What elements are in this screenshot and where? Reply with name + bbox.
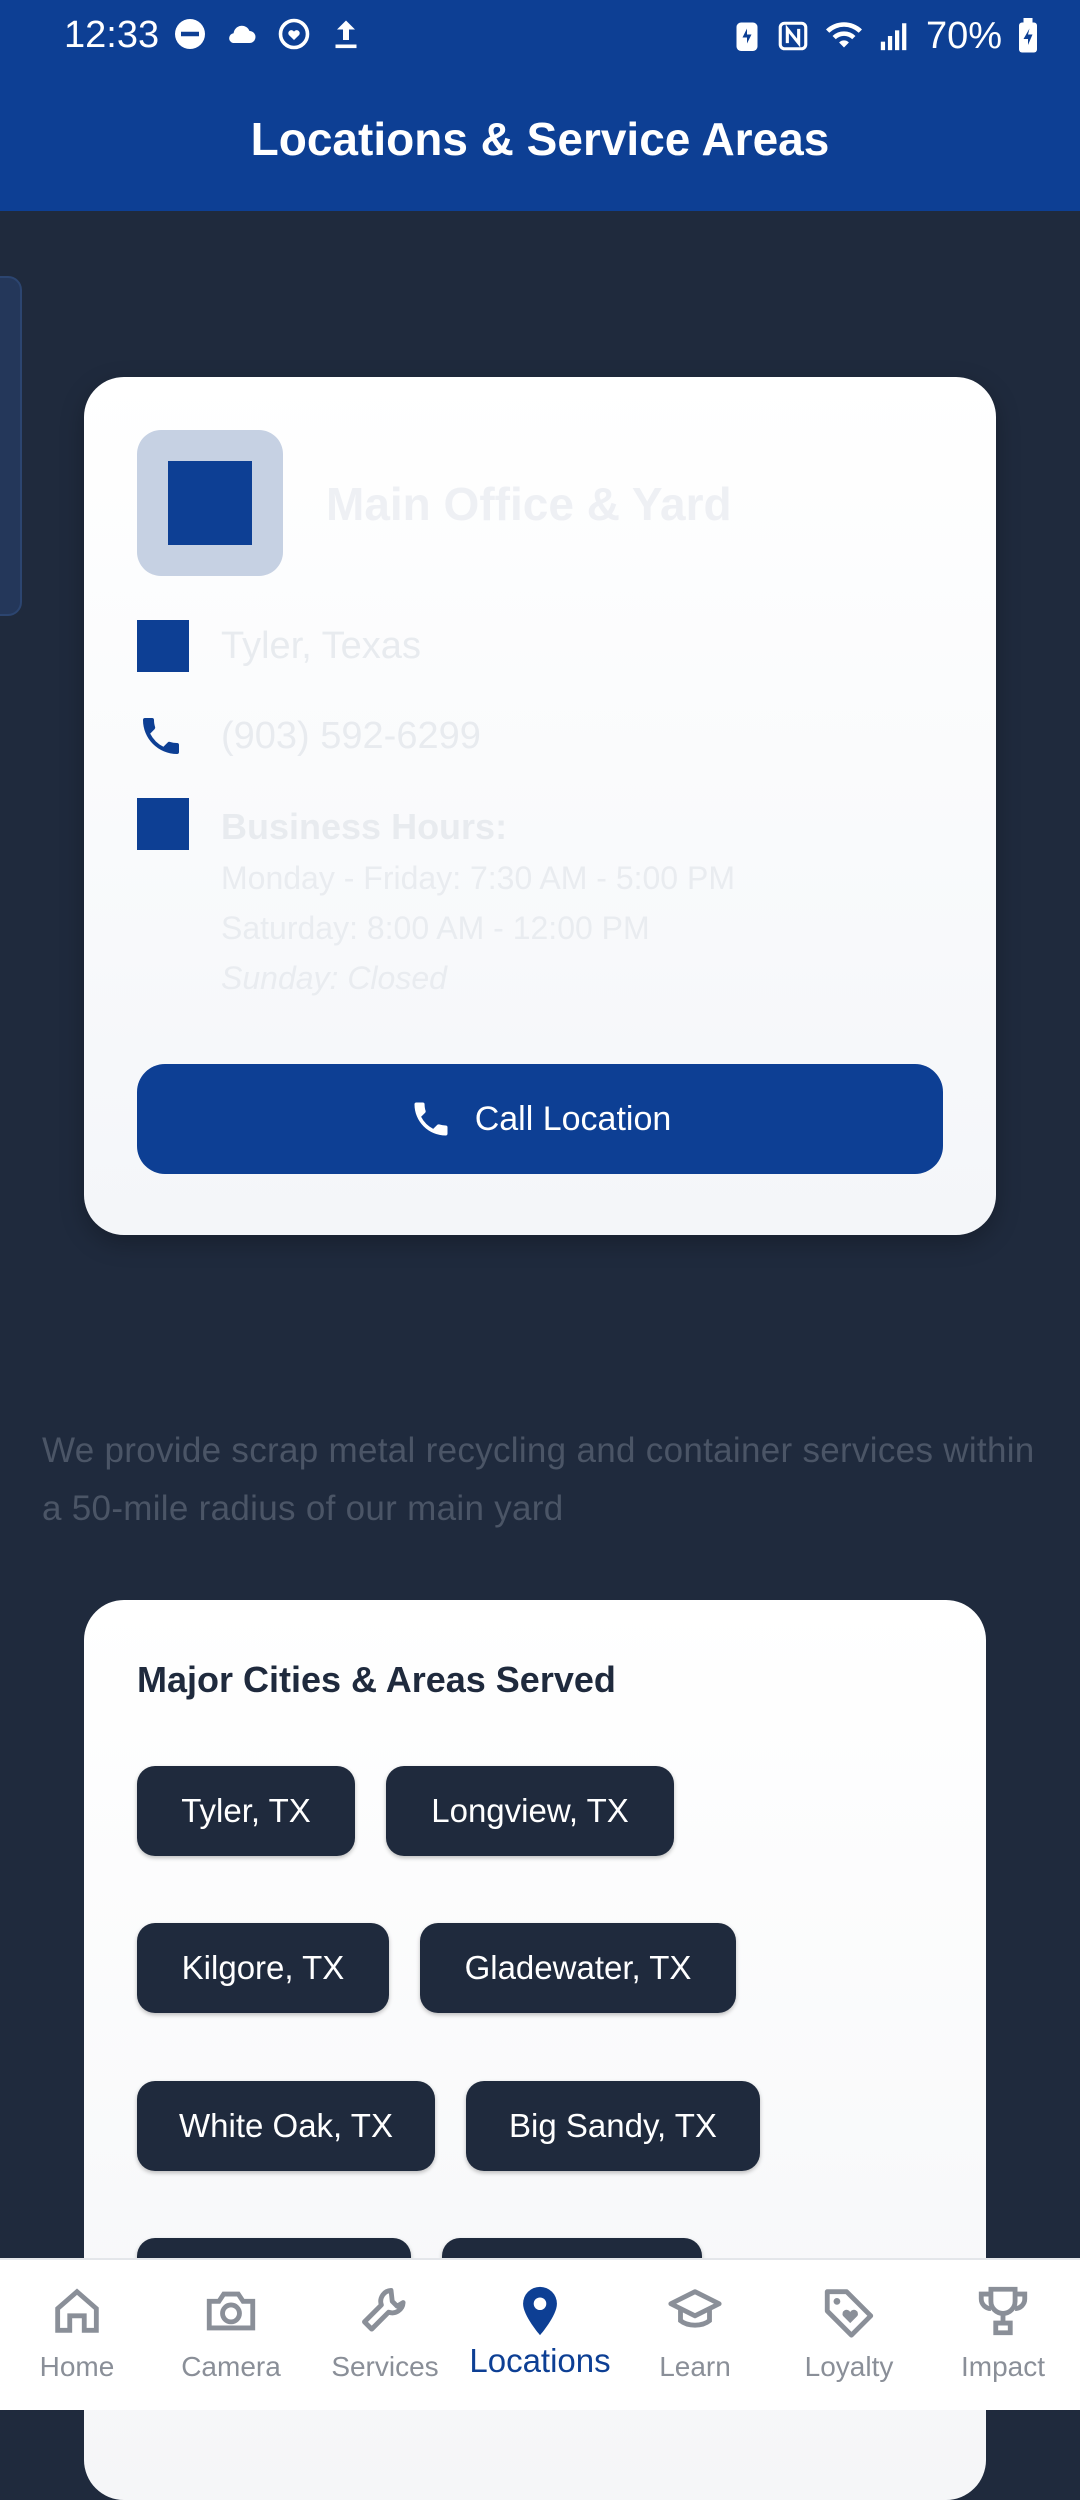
battery-charging-icon: [1019, 18, 1037, 53]
map-pin-icon: [137, 620, 189, 672]
status-system-icons: 70%: [732, 14, 1040, 58]
city-chip-longview[interactable]: Longview, TX: [386, 1766, 674, 1856]
do-not-disturb-icon: [175, 19, 205, 49]
bottom-nav: Home Camera Services Locations Learn Loy…: [0, 2258, 1080, 2410]
call-location-button[interactable]: Call Location: [137, 1064, 943, 1174]
status-bar: 12:33 70%: [0, 0, 1080, 72]
nav-impact[interactable]: Impact: [926, 2260, 1080, 2410]
hours-saturday: Saturday: 8:00 AM - 12:00 PM: [221, 910, 650, 946]
nav-label: Learn: [659, 2351, 731, 2382]
signal-icon: [880, 23, 907, 51]
battery-saver-icon: [736, 22, 758, 51]
call-location-label: Call Location: [474, 1100, 672, 1138]
nav-services[interactable]: Services: [308, 2260, 462, 2410]
nav-learn[interactable]: Learn: [618, 2260, 772, 2410]
cities-title: Major Cities & Areas Served: [137, 1659, 616, 1700]
nav-loyalty[interactable]: Loyalty: [772, 2260, 926, 2410]
location-phone[interactable]: (903) 592-6299: [221, 711, 481, 761]
building-icon: [168, 461, 252, 545]
location-icon-badge: [137, 430, 283, 576]
page-title: Locations & Service Areas: [250, 113, 830, 165]
city-chip-gladewater[interactable]: Gladewater, TX: [420, 1923, 736, 2013]
city-chip-kilgore[interactable]: Kilgore, TX: [137, 1923, 389, 2013]
nav-label: Home: [39, 2351, 115, 2382]
trophy-icon: [978, 2286, 1028, 2336]
nav-locations[interactable]: Locations: [462, 2260, 618, 2410]
battery-percent: 70%: [925, 15, 1002, 57]
nav-label: Impact: [960, 2351, 1046, 2382]
nav-camera[interactable]: Camera: [154, 2260, 308, 2410]
nfc-icon: [778, 21, 808, 51]
nav-label: Services: [331, 2351, 439, 2382]
heart-sync-icon: [278, 18, 310, 50]
side-drawer-handle[interactable]: [0, 276, 22, 616]
nav-label: Camera: [181, 2351, 281, 2382]
hours-title: Business Hours:: [221, 806, 508, 847]
hours-sunday: Sunday: Closed: [221, 960, 447, 996]
nav-label: Locations: [469, 2342, 611, 2379]
upload-icon: [335, 20, 357, 49]
location-name: Main Office & Yard: [326, 478, 732, 530]
location-city: Tyler, Texas: [221, 625, 421, 667]
tag-heart-icon: [824, 2289, 874, 2338]
phone-icon: [143, 718, 179, 754]
clock-icon: [137, 798, 189, 850]
graduation-cap-icon: [668, 2289, 722, 2328]
wifi-icon: [825, 22, 862, 48]
top-bar: 12:33 70% Locations & Service Areas: [0, 0, 1080, 211]
wrench-icon: [362, 2288, 406, 2332]
city-chip-white-oak[interactable]: White Oak, TX: [137, 2081, 435, 2171]
service-area-description: We provide scrap metal recycling and con…: [42, 1431, 1035, 1528]
cloud-icon: [229, 25, 256, 43]
phone-icon: [414, 1102, 448, 1136]
location-card: Main Office & Yard Tyler, Texas (903) 59…: [84, 377, 996, 1235]
location-pin-icon: [523, 2286, 557, 2336]
city-chip-big-sandy[interactable]: Big Sandy, TX: [466, 2081, 760, 2171]
status-notification-icons: [172, 16, 364, 52]
nav-home[interactable]: Home: [0, 2260, 154, 2410]
city-chip-tyler[interactable]: Tyler, TX: [137, 1766, 355, 1856]
camera-icon: [206, 2291, 256, 2331]
status-time: 12:33: [64, 14, 160, 56]
hours-weekday: Monday - Friday: 7:30 AM - 5:00 PM: [221, 860, 735, 896]
nav-label: Loyalty: [804, 2351, 894, 2382]
home-icon: [55, 2288, 99, 2333]
